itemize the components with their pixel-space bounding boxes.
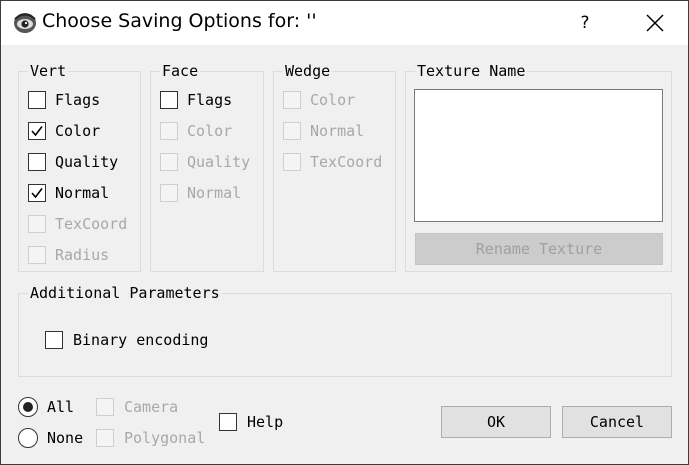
vert-normal-label: Normal [55, 184, 110, 202]
face-quality-checkbox [160, 153, 178, 171]
all-label: All [47, 398, 75, 416]
polygonal-checkbox [96, 429, 114, 447]
cancel-button[interactable]: Cancel [562, 406, 672, 438]
checkmark-icon [31, 188, 43, 199]
wedge-normal-label: Normal [310, 122, 365, 140]
texture-name-list[interactable] [414, 89, 663, 222]
wedge-color-label: Color [310, 91, 356, 109]
meshlab-eye-icon [14, 13, 36, 33]
face-group-label: Face [160, 62, 201, 80]
vert-flags-label: Flags [55, 91, 101, 109]
vert-color-label: Color [55, 122, 101, 140]
binary-encoding-label: Binary encoding [73, 331, 209, 349]
ok-button[interactable]: OK [441, 406, 551, 438]
camera-checkbox [96, 398, 114, 416]
rename-texture-button: Rename Texture [415, 233, 663, 265]
vert-group-label: Vert [28, 62, 69, 80]
none-label: None [47, 429, 84, 447]
wedge-texcoord-checkbox [283, 153, 301, 171]
texture-name-label: Texture Name [415, 62, 528, 80]
face-flags-checkbox[interactable] [160, 91, 178, 109]
polygonal-label: Polygonal [124, 429, 206, 447]
vert-normal-checkbox[interactable] [28, 184, 46, 202]
camera-label: Camera [124, 398, 179, 416]
vert-texcoord-checkbox [28, 215, 46, 233]
vert-texcoord-label: TexCoord [55, 215, 128, 233]
none-radio[interactable] [18, 428, 38, 448]
wedge-texcoord-label: TexCoord [310, 153, 383, 171]
additional-parameters-label: Additional Parameters [28, 284, 222, 302]
face-color-label: Color [187, 122, 233, 140]
all-radio[interactable] [18, 397, 38, 417]
help-label: Help [247, 413, 284, 431]
help-question-button[interactable]: ? [567, 5, 603, 41]
dialog-title: Choose Saving Options for: '' [42, 10, 317, 32]
help-checkbox[interactable] [219, 413, 237, 431]
wedge-normal-checkbox [283, 122, 301, 140]
close-icon[interactable] [637, 5, 673, 41]
face-normal-label: Normal [187, 184, 242, 202]
wedge-color-checkbox [283, 91, 301, 109]
save-options-dialog: Choose Saving Options for: '' ? Vert Fla… [0, 0, 689, 465]
vert-color-checkbox[interactable] [28, 122, 46, 140]
vert-radius-label: Radius [55, 246, 110, 264]
checkmark-icon [31, 126, 43, 137]
face-normal-checkbox [160, 184, 178, 202]
face-flags-label: Flags [187, 91, 233, 109]
binary-encoding-checkbox[interactable] [45, 331, 63, 349]
vert-flags-checkbox[interactable] [28, 91, 46, 109]
vert-quality-checkbox[interactable] [28, 153, 46, 171]
face-quality-label: Quality [187, 153, 251, 171]
face-color-checkbox [160, 122, 178, 140]
vert-quality-label: Quality [55, 153, 119, 171]
vert-radius-checkbox [28, 246, 46, 264]
wedge-group-label: Wedge [283, 62, 333, 80]
title-bar: Choose Saving Options for: '' ? [1, 1, 688, 45]
